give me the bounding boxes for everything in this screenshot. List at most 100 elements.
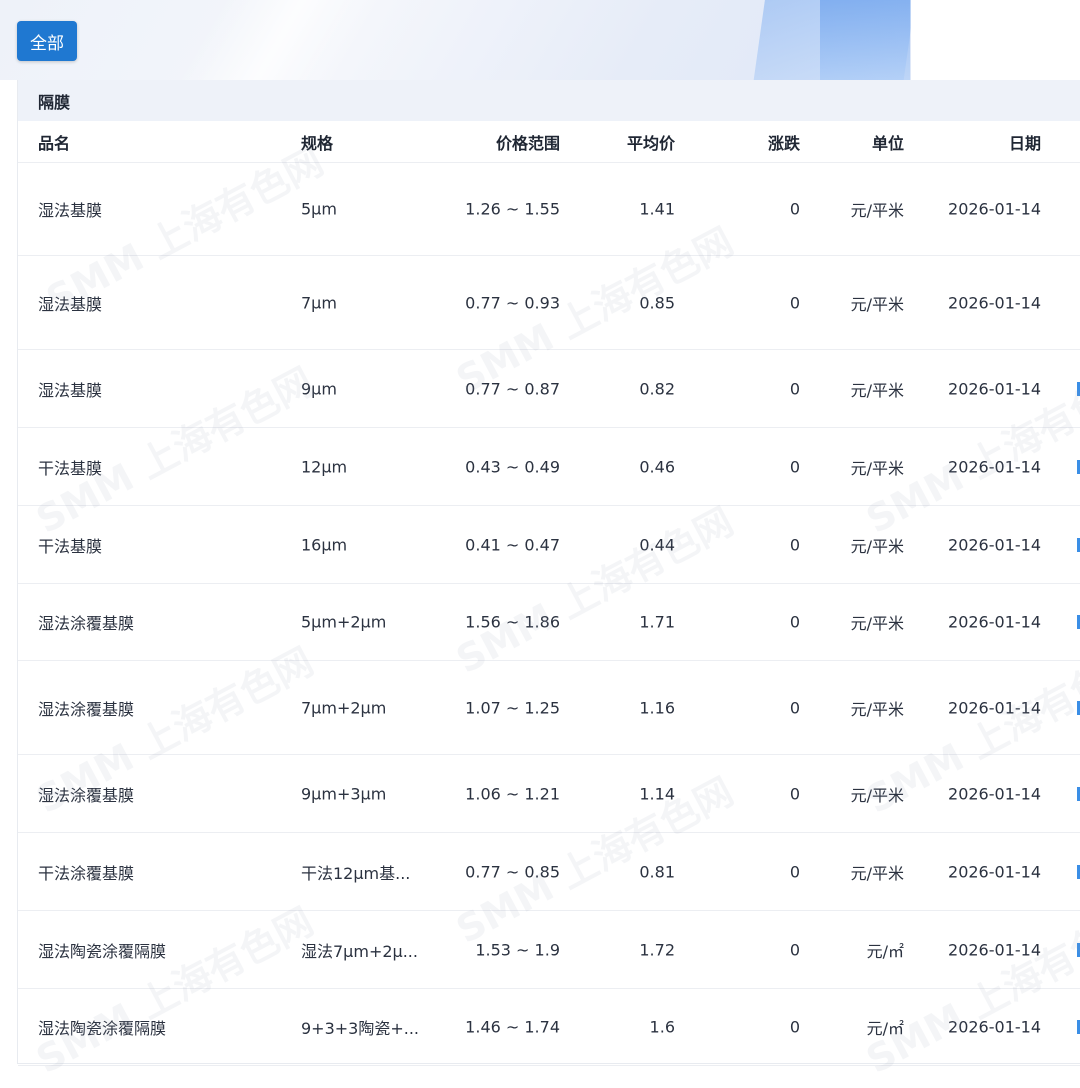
cell-spec: 9μm+3μm: [301, 784, 387, 803]
cell-spec: 12μm: [301, 457, 348, 476]
cell-date: 2026-01-14: [948, 457, 1041, 476]
cell-change: 0: [789, 940, 800, 959]
cell-range: 0.41 ~ 0.47: [465, 535, 560, 554]
table-header-row: 品名 规格 价格范围 平均价 涨跌 单位 日期: [18, 121, 1080, 163]
cell-name: 湿法基膜: [38, 294, 103, 314]
cell-avg: 0.81: [639, 862, 675, 881]
table-row[interactable]: 湿法涂覆基膜 5μm+2μm 1.56 ~ 1.86 1.71 0 元/平米 2026-01…: [18, 584, 1080, 661]
cell-unit: 元/㎡: [866, 1019, 904, 1038]
header-banner: [0, 0, 911, 80]
cell-name: 湿法涂覆基膜: [38, 614, 135, 633]
cell-name: 湿法基膜: [38, 201, 103, 220]
cell-spec: 5μm: [301, 199, 337, 219]
section-title: 隔膜: [18, 80, 1080, 121]
cell-range: 1.53 ~ 1.9: [475, 940, 560, 959]
cell-avg: 1.72: [639, 940, 675, 959]
cell-range: 1.07 ~ 1.25: [465, 698, 560, 717]
cell-change: 0: [789, 784, 800, 803]
cell-name: 干法基膜: [38, 458, 103, 478]
cell-avg: 0.82: [639, 379, 675, 398]
cell-spec: 9μm: [301, 379, 337, 398]
cell-avg: 0.46: [639, 457, 675, 476]
table-row[interactable]: 湿法陶瓷涂覆隔膜 湿法7μm+2μ... 1.53 ~ 1.9 1.72 0 元/㎡ 202…: [18, 911, 1080, 989]
banner-decoration: [120, 0, 440, 80]
banner-decoration: [820, 0, 910, 80]
cell-unit: 元/平米: [850, 294, 904, 314]
cell-name: 湿法基膜: [38, 380, 103, 400]
cell-unit: 元/平米: [850, 863, 904, 883]
cell-change: 0: [789, 199, 800, 219]
table-row[interactable]: 湿法基膜 7μm 0.77 ~ 0.93 0.85 0 元/平米 2026-01-14: [18, 256, 1080, 350]
header-change[interactable]: 涨跌: [768, 130, 800, 154]
cell-date: 2026-01-14: [948, 862, 1041, 881]
cell-date: 2026-01-14: [948, 698, 1041, 717]
cell-date: 2026-01-14: [948, 293, 1041, 312]
table-row[interactable]: 湿法基膜 5μm 1.26 ~ 1.55 1.41 0 元/平米 2026-01-14: [18, 163, 1080, 256]
cell-spec: 5μm+2μm: [301, 612, 387, 632]
cell-change: 0: [789, 1017, 800, 1037]
cell-unit: 元/平米: [850, 699, 904, 719]
cell-name: 干法涂覆基膜: [38, 863, 135, 883]
cell-spec: 干法12μm基...: [301, 863, 411, 883]
cell-range: 0.77 ~ 0.93: [465, 293, 560, 312]
cell-change: 0: [789, 862, 800, 881]
table-row[interactable]: 湿法基膜 9μm 0.77 ~ 0.87 0.82 0 元/平米 2026-01-14: [18, 350, 1080, 428]
cell-date: 2026-01-14: [948, 612, 1041, 632]
cell-name: 湿法涂覆基膜: [38, 785, 135, 805]
cell-range: 1.26 ~ 1.55: [465, 199, 560, 219]
header-unit[interactable]: 单位: [872, 130, 904, 154]
table-row[interactable]: 干法基膜 12μm 0.43 ~ 0.49 0.46 0 元/平米 2026-01-14: [18, 428, 1080, 506]
cell-change: 0: [789, 293, 800, 312]
header-name[interactable]: 品名: [38, 130, 70, 154]
cell-avg: 1.14: [639, 784, 675, 803]
cell-range: 1.06 ~ 1.21: [465, 784, 560, 803]
cell-change: 0: [789, 535, 800, 554]
header-range[interactable]: 价格范围: [496, 130, 560, 154]
cell-avg: 1.6: [649, 1017, 675, 1037]
cell-range: 0.43 ~ 0.49: [465, 457, 560, 476]
cell-avg: 1.41: [639, 199, 675, 219]
cell-name: 湿法陶瓷涂覆隔膜: [38, 1019, 167, 1038]
cell-name: 干法基膜: [38, 536, 103, 556]
filter-all-button[interactable]: 全部: [17, 21, 77, 61]
cell-range: 0.77 ~ 0.87: [465, 379, 560, 398]
cell-unit: 元/平米: [850, 380, 904, 400]
cell-date: 2026-01-14: [948, 379, 1041, 398]
cell-unit: 元/平米: [850, 614, 904, 633]
cell-change: 0: [789, 612, 800, 632]
header-date[interactable]: 日期: [1009, 130, 1041, 154]
header-avg[interactable]: 平均价: [627, 130, 675, 154]
cell-change: 0: [789, 457, 800, 476]
cell-date: 2026-01-14: [948, 784, 1041, 803]
table-row[interactable]: 湿法陶瓷涂覆隔膜 9+3+3陶瓷+... 1.46 ~ 1.74 1.6 0 元/㎡ 202…: [18, 989, 1080, 1066]
cell-avg: 0.85: [639, 293, 675, 312]
cell-spec: 9+3+3陶瓷+...: [301, 1019, 420, 1038]
cell-spec: 湿法7μm+2μ...: [301, 941, 418, 961]
table-row[interactable]: 湿法涂覆基膜 9μm+3μm 1.06 ~ 1.21 1.14 0 元/平米 2026-01…: [18, 755, 1080, 833]
header-spec[interactable]: 规格: [301, 130, 333, 154]
cell-unit: 元/平米: [850, 458, 904, 478]
cell-range: 1.56 ~ 1.86: [465, 612, 560, 632]
cell-avg: 1.71: [639, 612, 675, 632]
cell-unit: 元/平米: [850, 536, 904, 556]
cell-range: 0.77 ~ 0.85: [465, 862, 560, 881]
table-body: 湿法基膜 5μm 1.26 ~ 1.55 1.41 0 元/平米 2026-01-14 湿法基…: [18, 163, 1080, 1066]
cell-name: 湿法涂覆基膜: [38, 699, 135, 719]
cell-spec: 7μm+2μm: [301, 698, 387, 717]
cell-spec: 16μm: [301, 535, 348, 554]
cell-name: 湿法陶瓷涂覆隔膜: [38, 941, 167, 961]
cell-spec: 7μm: [301, 293, 337, 312]
cell-date: 2026-01-14: [948, 1017, 1041, 1037]
price-table-panel: 隔膜 品名 规格 价格范围 平均价 涨跌 单位 日期 湿法基膜 5μm 1.26 ~…: [17, 80, 1080, 1066]
cell-change: 0: [789, 698, 800, 717]
table-row[interactable]: 干法涂覆基膜 干法12μm基... 0.77 ~ 0.85 0.81 0 元/平米 2026…: [18, 833, 1080, 911]
cell-date: 2026-01-14: [948, 199, 1041, 219]
cell-change: 0: [789, 379, 800, 398]
cell-unit: 元/平米: [850, 201, 904, 220]
table-row[interactable]: 湿法涂覆基膜 7μm+2μm 1.07 ~ 1.25 1.16 0 元/平米 2026-01…: [18, 661, 1080, 755]
cell-range: 1.46 ~ 1.74: [465, 1017, 560, 1037]
cell-avg: 0.44: [639, 535, 675, 554]
cell-date: 2026-01-14: [948, 535, 1041, 554]
cell-date: 2026-01-14: [948, 940, 1041, 959]
table-row[interactable]: 干法基膜 16μm 0.41 ~ 0.47 0.44 0 元/平米 2026-01-14: [18, 506, 1080, 584]
